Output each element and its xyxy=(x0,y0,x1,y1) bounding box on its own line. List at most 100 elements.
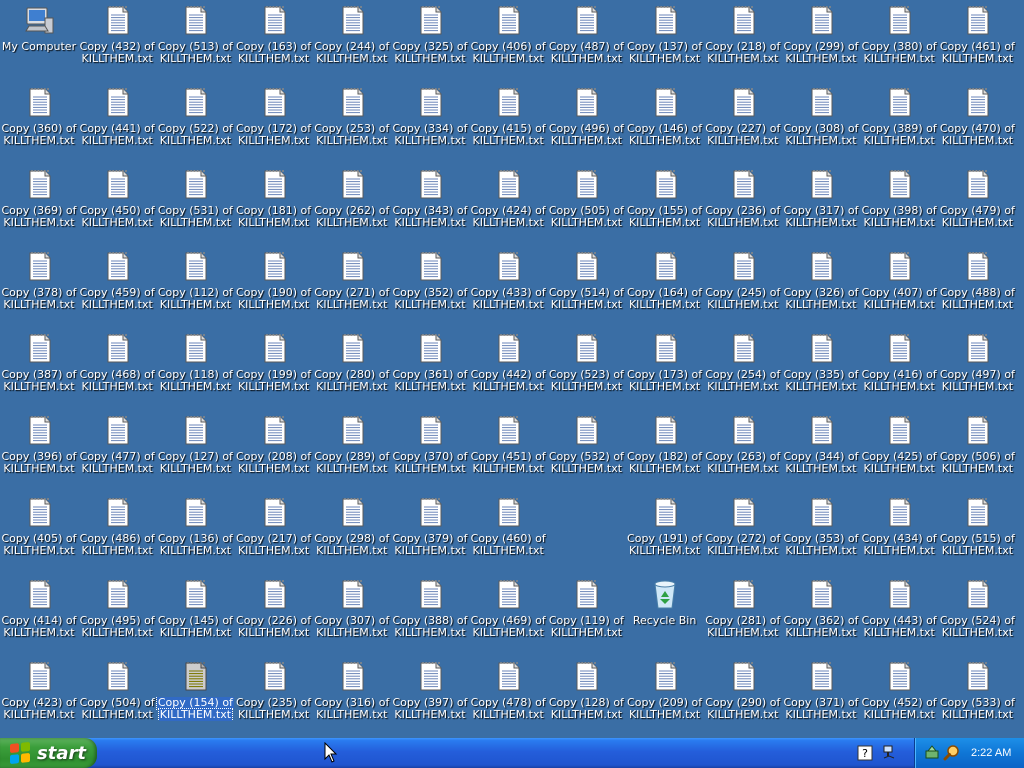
desktop-file-icon[interactable]: Copy (182) of KILLTHEM.txt xyxy=(626,410,704,490)
network-icon[interactable] xyxy=(880,744,898,762)
desktop-file-icon[interactable]: Copy (441) of KILLTHEM.txt xyxy=(78,82,156,162)
desktop-file-icon[interactable]: Copy (506) of KILLTHEM.txt xyxy=(938,410,1016,490)
desktop-file-icon[interactable]: Copy (397) of KILLTHEM.txt xyxy=(391,656,469,736)
desktop-file-icon[interactable]: Copy (432) of KILLTHEM.txt xyxy=(78,0,156,80)
desktop-file-icon[interactable]: Copy (360) of KILLTHEM.txt xyxy=(0,82,78,162)
desktop-file-icon[interactable]: Copy (387) of KILLTHEM.txt xyxy=(0,328,78,408)
desktop-file-icon[interactable]: Copy (522) of KILLTHEM.txt xyxy=(156,82,234,162)
desktop-file-icon[interactable]: Copy (389) of KILLTHEM.txt xyxy=(860,82,938,162)
desktop-file-icon[interactable]: Copy (190) of KILLTHEM.txt xyxy=(235,246,313,326)
desktop-file-icon[interactable]: Copy (425) of KILLTHEM.txt xyxy=(860,410,938,490)
desktop-file-icon[interactable]: Copy (217) of KILLTHEM.txt xyxy=(235,492,313,572)
desktop-file-icon[interactable]: Copy (505) of KILLTHEM.txt xyxy=(547,164,625,244)
desktop-file-icon[interactable]: Copy (334) of KILLTHEM.txt xyxy=(391,82,469,162)
desktop-file-icon[interactable]: Copy (478) of KILLTHEM.txt xyxy=(469,656,547,736)
desktop-file-icon[interactable]: Copy (479) of KILLTHEM.txt xyxy=(938,164,1016,244)
desktop-file-icon[interactable]: Copy (298) of KILLTHEM.txt xyxy=(313,492,391,572)
desktop-file-icon[interactable]: Copy (477) of KILLTHEM.txt xyxy=(78,410,156,490)
desktop-file-icon[interactable]: Copy (326) of KILLTHEM.txt xyxy=(782,246,860,326)
desktop-file-icon[interactable]: Copy (380) of KILLTHEM.txt xyxy=(860,0,938,80)
desktop-file-icon[interactable]: Copy (495) of KILLTHEM.txt xyxy=(78,574,156,654)
desktop-file-icon[interactable]: Copy (433) of KILLTHEM.txt xyxy=(469,246,547,326)
clock[interactable]: 2:22 AM xyxy=(971,747,1011,759)
desktop-file-icon[interactable]: Copy (227) of KILLTHEM.txt xyxy=(704,82,782,162)
desktop-file-icon[interactable]: Copy (263) of KILLTHEM.txt xyxy=(704,410,782,490)
desktop-file-icon[interactable]: Copy (352) of KILLTHEM.txt xyxy=(391,246,469,326)
desktop-file-icon[interactable]: Copy (504) of KILLTHEM.txt xyxy=(78,656,156,736)
desktop-file-icon[interactable]: Copy (154) of KILLTHEM.txt xyxy=(156,656,235,736)
desktop-file-icon[interactable]: Copy (209) of KILLTHEM.txt xyxy=(626,656,704,736)
desktop-file-icon[interactable]: Copy (344) of KILLTHEM.txt xyxy=(782,410,860,490)
desktop-file-icon[interactable]: Copy (163) of KILLTHEM.txt xyxy=(235,0,313,80)
desktop-file-icon[interactable]: Copy (244) of KILLTHEM.txt xyxy=(313,0,391,80)
desktop-file-icon[interactable]: Copy (172) of KILLTHEM.txt xyxy=(235,82,313,162)
desktop-file-icon[interactable]: Copy (146) of KILLTHEM.txt xyxy=(626,82,704,162)
desktop-file-icon[interactable]: Copy (236) of KILLTHEM.txt xyxy=(704,164,782,244)
desktop-file-icon[interactable]: Copy (235) of KILLTHEM.txt xyxy=(235,656,313,736)
desktop-file-icon[interactable]: Copy (388) of KILLTHEM.txt xyxy=(391,574,469,654)
desktop-file-icon[interactable]: Copy (362) of KILLTHEM.txt xyxy=(782,574,860,654)
desktop-file-icon[interactable]: Copy (137) of KILLTHEM.txt xyxy=(626,0,704,80)
desktop-file-icon[interactable]: Copy (531) of KILLTHEM.txt xyxy=(156,164,234,244)
desktop-file-icon[interactable]: Copy (396) of KILLTHEM.txt xyxy=(0,410,78,490)
start-button[interactable]: start xyxy=(0,738,97,768)
desktop-file-icon[interactable]: Copy (496) of KILLTHEM.txt xyxy=(547,82,625,162)
desktop-file-icon[interactable]: Copy (316) of KILLTHEM.txt xyxy=(313,656,391,736)
desktop-file-icon[interactable]: Copy (469) of KILLTHEM.txt xyxy=(469,574,547,654)
desktop-file-icon[interactable]: Copy (281) of KILLTHEM.txt xyxy=(704,574,782,654)
desktop-file-icon[interactable]: Copy (335) of KILLTHEM.txt xyxy=(782,328,860,408)
desktop-file-icon[interactable]: Copy (262) of KILLTHEM.txt xyxy=(313,164,391,244)
desktop-file-icon[interactable]: Copy (487) of KILLTHEM.txt xyxy=(547,0,625,80)
desktop-file-icon[interactable]: Copy (407) of KILLTHEM.txt xyxy=(860,246,938,326)
desktop-file-icon[interactable]: Copy (450) of KILLTHEM.txt xyxy=(78,164,156,244)
desktop-file-icon[interactable]: Copy (379) of KILLTHEM.txt xyxy=(391,492,469,572)
desktop-file-icon[interactable]: Copy (118) of KILLTHEM.txt xyxy=(156,328,234,408)
desktop-file-icon[interactable]: Copy (271) of KILLTHEM.txt xyxy=(313,246,391,326)
desktop-file-icon[interactable]: Copy (514) of KILLTHEM.txt xyxy=(547,246,625,326)
desktop-file-icon[interactable]: Copy (299) of KILLTHEM.txt xyxy=(782,0,860,80)
desktop-file-icon[interactable]: Copy (532) of KILLTHEM.txt xyxy=(547,410,625,490)
desktop-file-icon[interactable]: Copy (524) of KILLTHEM.txt xyxy=(938,574,1016,654)
desktop-file-icon[interactable]: Copy (289) of KILLTHEM.txt xyxy=(313,410,391,490)
desktop-file-icon[interactable]: Copy (199) of KILLTHEM.txt xyxy=(235,328,313,408)
desktop-file-icon[interactable]: Copy (218) of KILLTHEM.txt xyxy=(704,0,782,80)
desktop-file-icon[interactable]: Copy (343) of KILLTHEM.txt xyxy=(391,164,469,244)
desktop-file-icon[interactable]: Copy (127) of KILLTHEM.txt xyxy=(156,410,234,490)
desktop-file-icon[interactable]: Copy (470) of KILLTHEM.txt xyxy=(938,82,1016,162)
desktop-file-icon[interactable]: Copy (245) of KILLTHEM.txt xyxy=(704,246,782,326)
desktop-file-icon[interactable]: Copy (414) of KILLTHEM.txt xyxy=(0,574,78,654)
desktop-file-icon[interactable]: Copy (155) of KILLTHEM.txt xyxy=(626,164,704,244)
desktop-file-icon[interactable]: Copy (173) of KILLTHEM.txt xyxy=(626,328,704,408)
desktop[interactable]: My Computer Copy (360) of KILLTHEM.txt Copy… xyxy=(0,0,1024,738)
desktop-file-icon[interactable]: Copy (361) of KILLTHEM.txt xyxy=(391,328,469,408)
desktop-file-icon[interactable]: Copy (533) of KILLTHEM.txt xyxy=(938,656,1016,736)
desktop-file-icon[interactable]: Copy (513) of KILLTHEM.txt xyxy=(156,0,234,80)
desktop-file-icon[interactable]: Copy (497) of KILLTHEM.txt xyxy=(938,328,1016,408)
desktop-file-icon[interactable]: Copy (128) of KILLTHEM.txt xyxy=(547,656,625,736)
safely-remove-hardware-icon[interactable] xyxy=(923,744,941,762)
desktop-file-icon[interactable]: Copy (280) of KILLTHEM.txt xyxy=(313,328,391,408)
desktop-file-icon[interactable]: Copy (451) of KILLTHEM.txt xyxy=(469,410,547,490)
desktop-file-icon[interactable]: Copy (423) of KILLTHEM.txt xyxy=(0,656,78,736)
desktop-file-icon[interactable]: Copy (308) of KILLTHEM.txt xyxy=(782,82,860,162)
desktop-file-icon[interactable]: Copy (254) of KILLTHEM.txt xyxy=(704,328,782,408)
desktop-file-icon[interactable]: Copy (208) of KILLTHEM.txt xyxy=(235,410,313,490)
desktop-file-icon[interactable]: Copy (272) of KILLTHEM.txt xyxy=(704,492,782,572)
desktop-file-icon[interactable]: Copy (164) of KILLTHEM.txt xyxy=(626,246,704,326)
desktop-file-icon[interactable]: Copy (369) of KILLTHEM.txt xyxy=(0,164,78,244)
desktop-file-icon[interactable]: Copy (461) of KILLTHEM.txt xyxy=(938,0,1016,80)
desktop-file-icon[interactable]: Copy (370) of KILLTHEM.txt xyxy=(391,410,469,490)
desktop-file-icon[interactable]: Copy (415) of KILLTHEM.txt xyxy=(469,82,547,162)
desktop-file-icon[interactable]: Copy (416) of KILLTHEM.txt xyxy=(860,328,938,408)
desktop-file-icon[interactable]: Copy (253) of KILLTHEM.txt xyxy=(313,82,391,162)
help-icon[interactable]: ? xyxy=(856,744,874,762)
desktop-file-icon[interactable]: Copy (434) of KILLTHEM.txt xyxy=(860,492,938,572)
desktop-file-icon[interactable]: Copy (371) of KILLTHEM.txt xyxy=(782,656,860,736)
desktop-file-icon[interactable]: Copy (406) of KILLTHEM.txt xyxy=(469,0,547,80)
desktop-file-icon[interactable]: Copy (468) of KILLTHEM.txt xyxy=(78,328,156,408)
search-icon[interactable] xyxy=(943,744,961,762)
desktop-file-icon[interactable]: Copy (398) of KILLTHEM.txt xyxy=(860,164,938,244)
desktop-file-icon[interactable]: Copy (317) of KILLTHEM.txt xyxy=(782,164,860,244)
desktop-file-icon[interactable]: Copy (424) of KILLTHEM.txt xyxy=(469,164,547,244)
desktop-file-icon[interactable]: Copy (523) of KILLTHEM.txt xyxy=(547,328,625,408)
